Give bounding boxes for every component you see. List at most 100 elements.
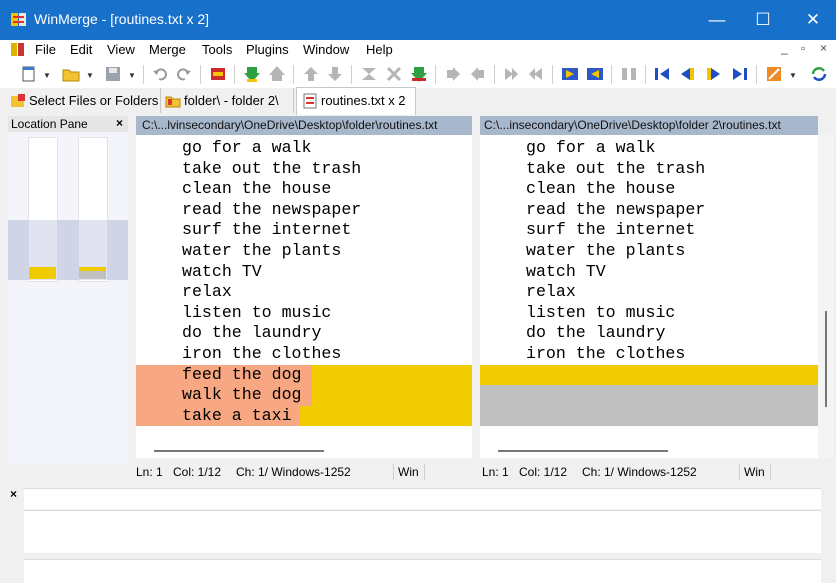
menu-file[interactable]: File xyxy=(35,42,56,57)
diff-detail-pane-upper[interactable] xyxy=(24,510,821,553)
prev-diff-icon[interactable] xyxy=(268,65,286,83)
left-scroll-thumb[interactable] xyxy=(154,450,324,452)
location-diff-marker-left xyxy=(29,267,56,279)
tab-label: Select Files or Folders xyxy=(29,93,159,108)
first-file-icon[interactable] xyxy=(653,65,671,83)
refresh-icon[interactable] xyxy=(810,65,828,83)
location-pane-close-button[interactable]: × xyxy=(116,116,123,130)
new-file-icon[interactable] xyxy=(20,65,38,83)
location-pane-header: Location Pane × xyxy=(8,116,128,132)
options-icon[interactable] xyxy=(209,65,227,83)
right-line: watch TV xyxy=(480,262,818,283)
tab-bar: Select Files or Folders folder\ - folder… xyxy=(0,87,836,115)
menu-view[interactable]: View xyxy=(107,42,135,57)
last-file-icon[interactable] xyxy=(731,65,749,83)
right-editor-pane[interactable]: go for a walk take out the trash clean t… xyxy=(480,135,818,440)
last-diff-icon[interactable] xyxy=(326,65,344,83)
tab-routines[interactable]: routines.txt x 2 xyxy=(296,87,416,115)
menu-window[interactable]: Window xyxy=(303,42,349,57)
maximize-button[interactable]: ☐ xyxy=(740,0,786,40)
minimize-button[interactable]: — xyxy=(694,0,740,40)
left-horizontal-scrollbar[interactable] xyxy=(136,440,472,458)
palette-icon[interactable] xyxy=(765,65,783,83)
diff-detail-pane-top[interactable] xyxy=(24,488,821,509)
vertical-scroll-thumb[interactable] xyxy=(825,311,827,407)
tab-folder-compare[interactable]: folder\ - folder 2\ xyxy=(163,88,294,113)
left-file-path-text: C:\...lvinsecondary\OneDrive\Desktop\fol… xyxy=(142,118,438,132)
vertical-scrollbar[interactable] xyxy=(818,135,834,458)
palette-dropdown-icon[interactable]: ▼ xyxy=(789,71,797,80)
first-diff-icon[interactable] xyxy=(302,65,320,83)
menu-help[interactable]: Help xyxy=(366,42,393,57)
left-line: do the laundry xyxy=(136,323,472,344)
copy-left-icon[interactable] xyxy=(469,65,487,83)
diff-pane-close-button[interactable]: × xyxy=(10,487,17,501)
left-editor-pane[interactable]: go for a walk take out the trash clean t… xyxy=(136,135,472,440)
copy-left-advance-icon[interactable] xyxy=(527,65,545,83)
folder-compare-icon xyxy=(165,96,181,108)
line-text: go for a walk xyxy=(526,138,656,157)
next-conflict-icon[interactable] xyxy=(410,65,428,83)
compare-icon[interactable] xyxy=(620,65,638,83)
line-text: clean the house xyxy=(526,179,676,199)
location-missing-marker-right xyxy=(79,271,106,279)
next-file-icon[interactable] xyxy=(705,65,723,83)
line-text: surf the internet xyxy=(526,220,696,240)
close-button[interactable]: ✕ xyxy=(790,0,836,40)
mdi-close-button[interactable]: × xyxy=(820,41,827,55)
line-text: take out the trash xyxy=(526,158,706,178)
open-dropdown-icon[interactable]: ▼ xyxy=(86,71,94,80)
menu-merge[interactable]: Merge xyxy=(149,42,186,57)
prev-file-icon[interactable] xyxy=(678,65,696,83)
winmerge-icon xyxy=(11,13,26,26)
line-text: do the laundry xyxy=(526,323,666,343)
right-scroll-thumb[interactable] xyxy=(498,450,668,452)
line-text: relax xyxy=(526,282,576,302)
menu-edit[interactable]: Edit xyxy=(70,42,92,57)
select-files-icon xyxy=(11,94,25,107)
toolbar: ▼ ▼ ▼ ▼ xyxy=(0,60,836,89)
copy-right-icon[interactable] xyxy=(444,65,462,83)
toolbar-separator xyxy=(756,65,757,84)
toolbar-separator xyxy=(143,65,144,84)
tab-select-files[interactable]: Select Files or Folders xyxy=(8,88,161,113)
redo-icon[interactable] xyxy=(175,65,193,83)
mdi-restore-button[interactable]: ▫ xyxy=(801,41,805,55)
copy-all-right-icon[interactable] xyxy=(561,65,579,83)
undo-icon[interactable] xyxy=(151,65,169,83)
left-line: go for a walk xyxy=(136,138,472,159)
next-diff-icon[interactable] xyxy=(243,65,261,83)
toolbar-separator xyxy=(200,65,201,84)
line-text: feed the dog xyxy=(182,364,302,384)
left-line: watch TV xyxy=(136,262,472,283)
left-file-path: C:\...lvinsecondary\OneDrive\Desktop\fol… xyxy=(136,116,472,135)
menu-plugins[interactable]: Plugins xyxy=(246,42,289,57)
toolbar-separator xyxy=(494,65,495,84)
open-folder-icon[interactable] xyxy=(62,65,80,83)
save-icon[interactable] xyxy=(104,65,122,83)
status-separator xyxy=(393,464,394,480)
copy-all-left-icon[interactable] xyxy=(586,65,604,83)
left-status-bar: Ln: 1 Col: 1/12 Ch: 1/ Windows-1252 Win xyxy=(136,462,472,482)
mdi-minimize-button[interactable]: _ xyxy=(781,41,788,55)
location-pane[interactable] xyxy=(8,116,128,464)
toolbar-separator xyxy=(234,65,235,84)
line-text: relax xyxy=(182,282,232,302)
left-diff-line: feed the dog xyxy=(136,364,472,386)
line-text: clean the house xyxy=(182,179,332,199)
toolbar-separator xyxy=(552,65,553,84)
menu-tools[interactable]: Tools xyxy=(202,42,232,57)
line-text: surf the internet xyxy=(182,220,352,240)
right-horizontal-scrollbar[interactable] xyxy=(480,440,818,458)
right-line: read the newspaper xyxy=(480,200,818,221)
prev-conflict-icon[interactable] xyxy=(385,65,403,83)
left-line: take out the trash xyxy=(136,159,472,180)
line-text: listen to music xyxy=(526,302,676,322)
diff-detail-pane-lower[interactable] xyxy=(24,559,821,583)
save-dropdown-icon[interactable]: ▼ xyxy=(128,71,136,80)
copy-right-advance-icon[interactable] xyxy=(502,65,520,83)
new-dropdown-icon[interactable]: ▼ xyxy=(43,71,51,80)
tab-label: routines.txt x 2 xyxy=(321,93,406,108)
status-separator xyxy=(424,464,425,480)
current-diff-icon[interactable] xyxy=(360,65,378,83)
